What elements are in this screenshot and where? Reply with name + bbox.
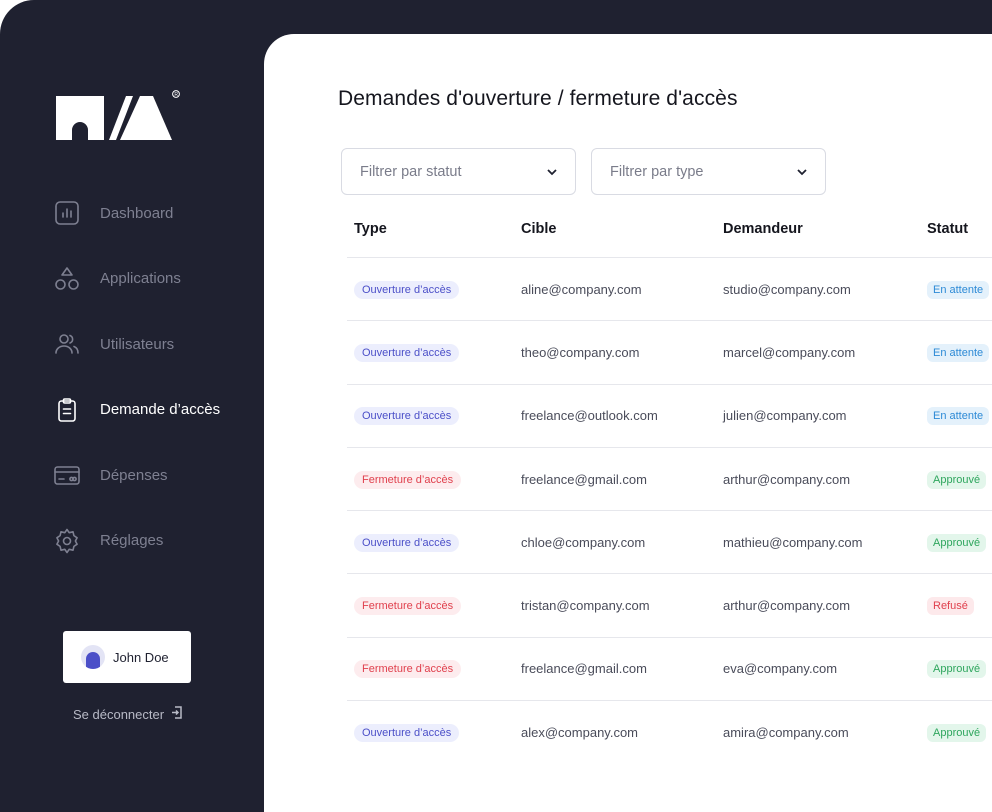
type-filter-select[interactable]: Filtrer par type	[591, 148, 826, 195]
main-panel: Demandes d'ouverture / fermeture d'accès…	[264, 34, 992, 812]
requester-cell: julien@company.com	[723, 408, 847, 424]
sidebar-item-label: Demande d’accès	[100, 401, 221, 418]
table-row[interactable]: Ouverture d’accès aline@company.com studio…	[347, 258, 992, 322]
requester-cell: marcel@company.com	[723, 344, 856, 360]
sidebar-item-access-request[interactable]: Demande d’accès	[53, 393, 253, 427]
table-row[interactable]: Ouverture d’accès alex@company.com amira@c…	[347, 701, 992, 764]
type-badge: Ouverture d’accès	[354, 280, 460, 299]
status-badge: Approuvé	[927, 533, 987, 552]
status-badge: Approuvé	[927, 660, 987, 679]
type-cell: Ouverture d’accès	[347, 280, 521, 299]
status-cell: Approuvé	[927, 659, 992, 679]
status-cell: En attente	[927, 406, 992, 426]
status-cell: Approuvé	[927, 533, 992, 552]
type-badge: Fermeture d’accès	[354, 660, 462, 679]
target-cell: freelance@gmail.com	[521, 471, 647, 487]
type-cell: Ouverture d’accès	[347, 406, 521, 426]
svg-text:R: R	[174, 92, 178, 98]
target-cell: chloe@company.com	[521, 534, 646, 550]
type-cell: Fermeture d’accès	[347, 596, 521, 616]
column-header-type[interactable]: Type	[347, 221, 521, 237]
logout-icon	[164, 706, 183, 722]
table-body: Ouverture d’accès aline@company.com studio…	[347, 258, 992, 764]
status-cell: Approuvé	[927, 470, 992, 489]
table-row[interactable]: Ouverture d’accès chloe@company.com mathie…	[347, 511, 992, 575]
user-card[interactable]: John Doe	[63, 631, 191, 683]
target-cell: alex@company.com	[521, 725, 638, 741]
target-cell: tristan@company.com	[521, 598, 650, 614]
credit-card-icon	[53, 461, 81, 489]
status-cell: Approuvé	[927, 723, 992, 743]
app-frame: R Dashboard Applications Utilisateurs De…	[0, 0, 992, 812]
users-icon	[53, 330, 81, 358]
target-cell: aline@company.com	[521, 281, 642, 297]
type-badge: Fermeture d’accès	[354, 470, 462, 489]
status-badge: En attente	[927, 407, 990, 426]
status-badge: Approuvé	[927, 724, 987, 743]
status-badge: Approuvé	[927, 470, 987, 489]
type-cell: Ouverture d’accès	[347, 533, 521, 552]
requester-cell: amira@company.com	[723, 725, 849, 741]
requester-cell: mathieu@company.com	[723, 534, 863, 550]
sidebar-item-label: Réglages	[100, 532, 164, 549]
type-cell: Ouverture d’accès	[347, 723, 521, 743]
status-badge: Refusé	[927, 597, 974, 616]
type-badge: Ouverture d’accès	[354, 533, 460, 552]
requester-cell: eva@company.com	[723, 661, 838, 677]
type-badge: Fermeture d’accès	[354, 597, 462, 616]
logout-link[interactable]: Se déconnecter	[73, 706, 183, 722]
table-row[interactable]: Fermeture d’accès tristan@company.com arth…	[347, 574, 992, 638]
logout-label: Se déconnecter	[73, 706, 165, 722]
column-header-target[interactable]: Cible	[521, 221, 723, 237]
type-badge: Ouverture d’accès	[354, 724, 460, 743]
user-name: John Doe	[113, 649, 169, 665]
status-badge: En attente	[927, 280, 990, 299]
sidebar-item-expenses[interactable]: Dépenses	[53, 458, 253, 492]
table-row[interactable]: Ouverture d’accès theo@company.com marcel@…	[347, 321, 992, 385]
requester-cell: arthur@company.com	[723, 598, 851, 614]
chevron-down-icon	[795, 165, 809, 179]
sidebar-item-dashboard[interactable]: Dashboard	[53, 196, 253, 230]
requests-table: Type Cible Demandeur Statut Ouverture d’…	[347, 200, 992, 764]
target-cell: freelance@outlook.com	[521, 408, 658, 424]
brand-logo: R	[56, 90, 180, 140]
type-cell: Fermeture d’accès	[347, 659, 521, 679]
requester-cell: studio@company.com	[723, 281, 851, 297]
page-title: Demandes d'ouverture / fermeture d'accès	[338, 87, 738, 110]
status-filter-placeholder: Filtrer par statut	[360, 163, 462, 180]
sidebar-nav: Dashboard Applications Utilisateurs Dema…	[53, 196, 253, 589]
status-cell: Refusé	[927, 596, 992, 616]
target-cell: freelance@gmail.com	[521, 661, 647, 677]
sidebar-item-label: Utilisateurs	[100, 335, 175, 353]
sidebar-item-applications[interactable]: Applications	[53, 262, 253, 296]
status-filter-select[interactable]: Filtrer par statut	[341, 148, 576, 195]
status-cell: En attente	[927, 343, 992, 362]
table-row[interactable]: Fermeture d’accès freelance@gmail.com eva@…	[347, 638, 992, 702]
column-header-status[interactable]: Statut	[927, 221, 992, 237]
sidebar-item-label: Applications	[100, 270, 181, 287]
target-cell: theo@company.com	[521, 344, 640, 360]
type-cell: Fermeture d’accès	[347, 470, 521, 489]
column-header-requester[interactable]: Demandeur	[723, 221, 927, 237]
gear-icon	[53, 527, 81, 555]
table-header: Type Cible Demandeur Statut	[347, 200, 992, 258]
type-filter-placeholder: Filtrer par type	[610, 163, 704, 180]
sidebar-item-users[interactable]: Utilisateurs	[53, 327, 253, 361]
sidebar-item-settings[interactable]: Réglages	[53, 524, 253, 558]
avatar	[81, 645, 105, 669]
type-badge: Ouverture d’accès	[354, 407, 460, 426]
requester-cell: arthur@company.com	[723, 471, 851, 487]
status-cell: En attente	[927, 280, 992, 299]
table-row[interactable]: Ouverture d’accès freelance@outlook.com ju…	[347, 385, 992, 448]
sidebar-item-label: Dashboard	[100, 204, 174, 222]
chevron-down-icon	[545, 165, 559, 179]
type-badge: Ouverture d’accès	[354, 343, 460, 362]
type-cell: Ouverture d’accès	[347, 343, 521, 362]
status-badge: En attente	[927, 343, 990, 362]
clipboard-icon	[53, 396, 81, 424]
sidebar-item-label: Dépenses	[100, 466, 168, 484]
table-row[interactable]: Fermeture d’accès freelance@gmail.com arth…	[347, 448, 992, 512]
shapes-icon	[53, 265, 81, 293]
chart-icon	[53, 199, 81, 227]
